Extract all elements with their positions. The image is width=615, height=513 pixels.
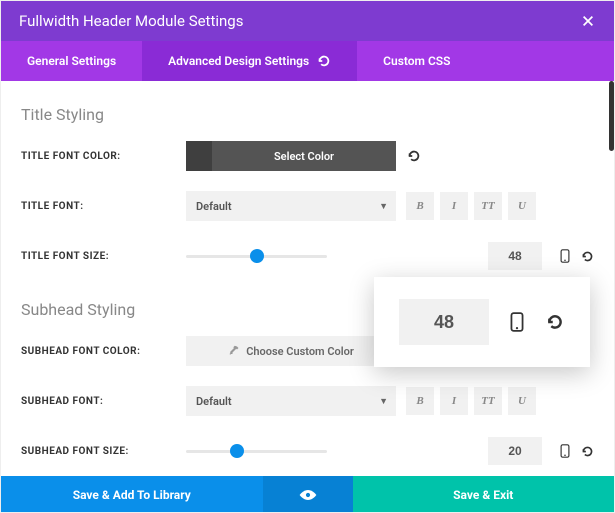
eyedropper-icon (228, 345, 240, 357)
popover-size-input[interactable] (399, 299, 489, 345)
choose-custom-color-button[interactable]: Choose Custom Color (186, 336, 396, 366)
module-settings-modal: Fullwidth Header Module Settings General… (0, 0, 615, 513)
modal-header: Fullwidth Header Module Settings (1, 1, 614, 41)
label-subhead-font-size: SUBHEAD FONT SIZE: (21, 446, 186, 457)
row-title-font: TITLE FONT: Default ▼ B I TT U (21, 188, 594, 224)
subhead-font-size-slider[interactable] (186, 443, 327, 459)
slider-thumb[interactable] (250, 249, 264, 263)
row-title-font-size: TITLE FONT SIZE: (21, 238, 594, 274)
subhead-font-select[interactable]: Default ▼ (186, 386, 396, 416)
row-title-font-color: TITLE FONT COLOR: Select Color (21, 138, 594, 174)
preview-toggle-button[interactable] (263, 476, 353, 513)
row-subhead-font: SUBHEAD FONT: Default ▼ B I TT U (21, 383, 594, 419)
subhead-font-size-input[interactable] (488, 437, 542, 465)
underline-button[interactable]: U (508, 192, 536, 220)
section-title-styling: Title Styling (21, 105, 594, 124)
tab-general[interactable]: General Settings (1, 41, 142, 81)
title-font-select[interactable]: Default ▼ (186, 191, 396, 221)
select-color-button[interactable]: Select Color (186, 141, 396, 171)
italic-button[interactable]: I (440, 387, 468, 415)
label-title-font-size: TITLE FONT SIZE: (21, 251, 186, 262)
tab-custom-css[interactable]: Custom CSS (357, 41, 476, 81)
modal-footer: Save & Add To Library Save & Exit (1, 476, 614, 513)
responsive-size-popover (374, 277, 590, 367)
uppercase-button[interactable]: TT (474, 387, 502, 415)
bold-button[interactable]: B (406, 192, 434, 220)
settings-tabs: General Settings Advanced Design Setting… (1, 41, 614, 81)
label-subhead-font-color: SUBHEAD FONT COLOR: (21, 346, 186, 357)
modal-title: Fullwidth Header Module Settings (19, 12, 243, 30)
close-icon[interactable] (576, 9, 600, 33)
mobile-icon[interactable] (507, 312, 527, 332)
title-font-size-slider[interactable] (186, 248, 327, 264)
eye-icon (298, 489, 318, 501)
bold-button[interactable]: B (406, 387, 434, 415)
title-font-style-buttons: B I TT U (406, 192, 536, 220)
reset-icon[interactable] (406, 148, 422, 164)
italic-button[interactable]: I (440, 192, 468, 220)
slider-thumb[interactable] (230, 444, 244, 458)
caret-down-icon: ▼ (379, 201, 388, 212)
save-add-to-library-button[interactable]: Save & Add To Library (1, 476, 263, 513)
caret-down-icon: ▼ (379, 396, 388, 407)
row-subhead-font-size: SUBHEAD FONT SIZE: (21, 433, 594, 469)
reset-icon[interactable] (580, 249, 594, 263)
undo-icon (317, 54, 331, 68)
reset-icon[interactable] (545, 312, 565, 332)
tab-advanced-design[interactable]: Advanced Design Settings (142, 41, 357, 81)
label-subhead-font: SUBHEAD FONT: (21, 396, 186, 407)
mobile-icon[interactable] (558, 249, 572, 263)
color-swatch (186, 141, 212, 171)
label-title-font: TITLE FONT: (21, 201, 186, 212)
label-title-font-color: TITLE FONT COLOR: (21, 151, 186, 162)
uppercase-button[interactable]: TT (474, 192, 502, 220)
subhead-font-style-buttons: B I TT U (406, 387, 536, 415)
save-and-exit-button[interactable]: Save & Exit (353, 476, 615, 513)
title-font-size-input[interactable] (488, 242, 542, 270)
mobile-icon[interactable] (558, 444, 572, 458)
underline-button[interactable]: U (508, 387, 536, 415)
reset-icon[interactable] (580, 444, 594, 458)
